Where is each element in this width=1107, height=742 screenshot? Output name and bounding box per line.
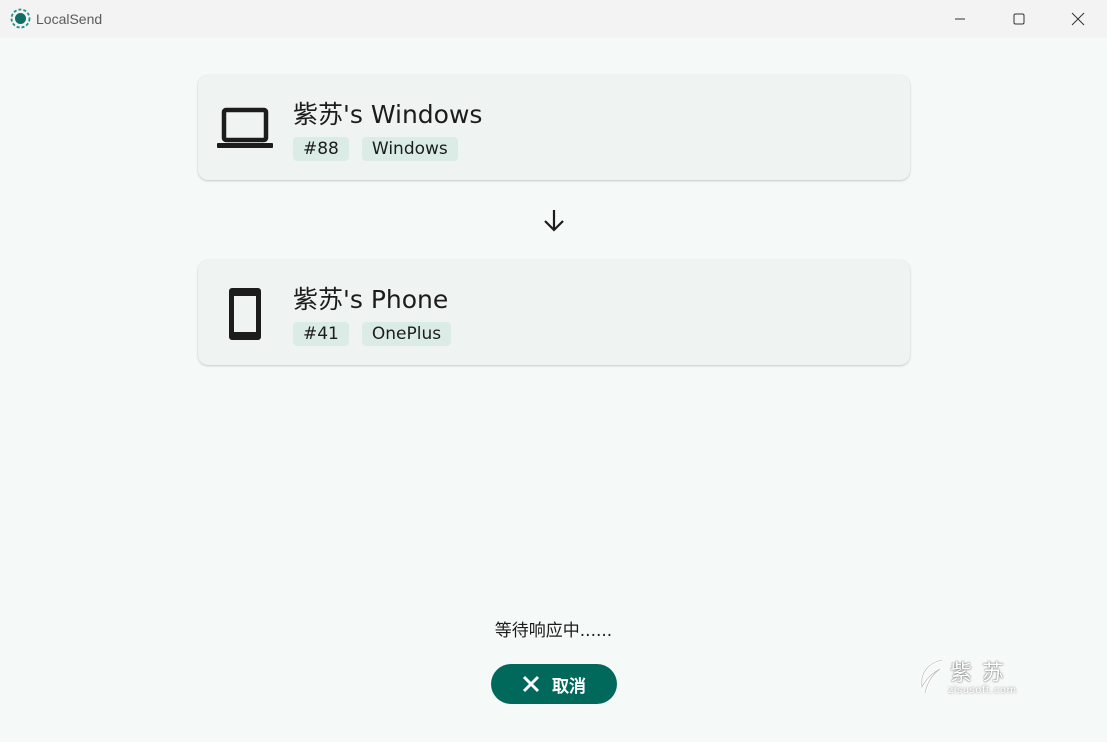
cancel-button[interactable]: 取消 bbox=[491, 664, 617, 704]
sender-tag-platform: Windows bbox=[361, 137, 458, 161]
watermark-text: 紫苏 bbox=[950, 661, 1015, 686]
localsend-logo-icon bbox=[10, 8, 31, 29]
receiver-tag-id: #41 bbox=[293, 322, 349, 346]
receiver-device-card: 紫苏's Phone #41 OnePlus bbox=[198, 260, 910, 365]
phone-icon bbox=[215, 286, 275, 342]
sender-tag-id: #88 bbox=[293, 137, 349, 161]
maximize-icon bbox=[1013, 13, 1025, 25]
sender-device-name: 紫苏's Windows bbox=[293, 100, 483, 129]
watermark-subtext: zisusoft.com bbox=[948, 685, 1017, 696]
sender-device-card: 紫苏's Windows #88 Windows bbox=[198, 75, 910, 180]
close-window-button[interactable] bbox=[1049, 0, 1107, 38]
window-title: LocalSend bbox=[36, 11, 103, 27]
receiver-device-name: 紫苏's Phone bbox=[293, 285, 449, 314]
title-bar: LocalSend bbox=[0, 0, 1107, 38]
arrow-down-icon bbox=[544, 210, 564, 232]
laptop-icon bbox=[215, 101, 275, 157]
main-content: 紫苏's Windows #88 Windows 紫苏's Phone #41 … bbox=[0, 38, 1107, 742]
close-icon bbox=[522, 675, 540, 693]
close-icon bbox=[1071, 12, 1085, 26]
receiver-tags: #41 OnePlus bbox=[293, 322, 452, 346]
cancel-button-label: 取消 bbox=[552, 676, 586, 697]
maximize-button[interactable] bbox=[990, 0, 1048, 38]
receiver-tag-model: OnePlus bbox=[361, 322, 452, 346]
minimize-icon bbox=[955, 18, 965, 20]
leaf-logo-icon bbox=[920, 658, 943, 694]
sender-tags: #88 Windows bbox=[293, 137, 458, 161]
watermark: 紫苏 zisusoft.com bbox=[916, 655, 1026, 701]
minimize-button[interactable] bbox=[931, 0, 989, 38]
waiting-status-text: 等待响应中...... bbox=[494, 621, 613, 641]
